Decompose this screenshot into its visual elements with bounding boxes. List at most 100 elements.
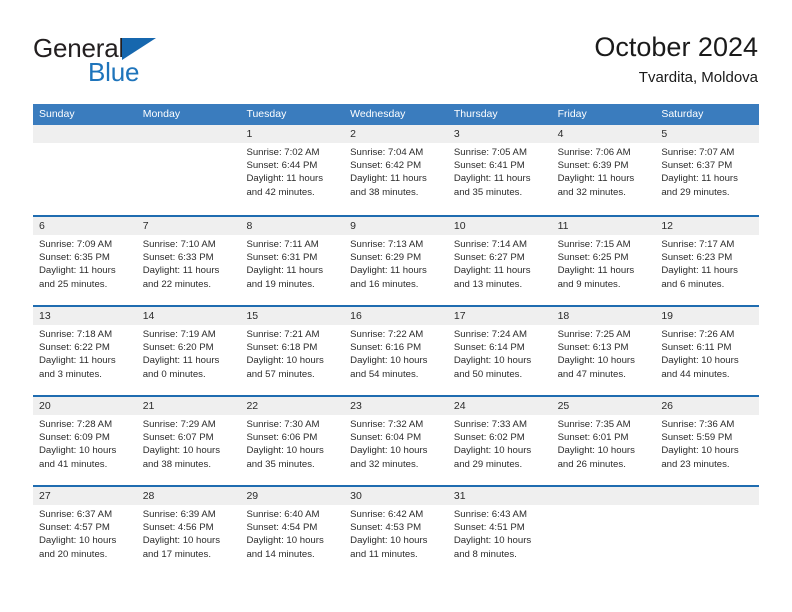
sunset-text: Sunset: 6:18 PM [246,342,318,354]
calendar-day-cell[interactable]: 27 Sunrise: 6:37 AM Sunset: 4:57 PM Dayligh… [33,487,137,575]
calendar-page: General Blue October 2024 Tvardita, Mold… [0,0,792,612]
day-number: 24 [453,400,466,412]
calendar-week-row: 6 Sunrise: 7:09 AM Sunset: 6:35 PM Daylight… [33,215,760,305]
daylight-text: Daylight: 10 hours and 14 minutes. [246,535,324,560]
sunset-text: Sunset: 6:04 PM [350,432,422,444]
day-number-band: 25 [551,397,656,415]
sunset-text: Sunset: 6:35 PM [39,252,110,264]
calendar-day-cell[interactable]: 8 Sunrise: 7:11 AM Sunset: 6:31 PM Daylight… [240,217,345,305]
day-sun-info: Sunrise: 7:15 AM Sunset: 6:25 PM Daylight:… [552,235,656,291]
day-number: 29 [246,490,259,502]
title-block: October 2024 Tvardita, Moldova [594,31,758,89]
daylight-text: Daylight: 11 hours and 25 minutes. [39,265,116,290]
calendar-day-cell[interactable]: 18 Sunrise: 7:25 AM Sunset: 6:13 PM Dayligh… [551,307,656,395]
day-sun-info: Sunrise: 7:28 AM Sunset: 6:09 PM Daylight:… [33,415,137,471]
calendar-day-cell[interactable]: 5 Sunrise: 7:07 AM Sunset: 6:37 PM Daylight… [655,125,760,215]
calendar-day-cell[interactable]: 13 Sunrise: 7:18 AM Sunset: 6:22 PM Dayligh… [33,307,137,395]
day-number: 18 [557,310,570,322]
sunrise-text: Sunrise: 7:14 AM [453,239,527,250]
daylight-text: Daylight: 10 hours and 47 minutes. [557,355,635,380]
calendar-day-cell[interactable]: 6 Sunrise: 7:09 AM Sunset: 6:35 PM Daylight… [33,217,137,305]
calendar-day-cell-empty [551,487,656,575]
calendar-day-cell[interactable]: 10 Sunrise: 7:14 AM Sunset: 6:27 PM Dayligh… [447,217,552,305]
day-number: 21 [142,400,155,412]
sunrise-text: Sunrise: 6:39 AM [142,509,216,520]
day-number-band: 19 [655,307,760,325]
day-sun-info: Sunrise: 7:17 AM Sunset: 6:23 PM Daylight:… [655,235,759,291]
calendar-day-cell[interactable]: 29 Sunrise: 6:40 AM Sunset: 4:54 PM Dayligh… [240,487,345,575]
sunset-text: Sunset: 6:20 PM [142,342,214,354]
calendar-day-cell[interactable]: 23 Sunrise: 7:32 AM Sunset: 6:04 PM Dayligh… [344,397,448,485]
calendar-day-cell[interactable]: 9 Sunrise: 7:13 AM Sunset: 6:29 PM Daylight… [344,217,448,305]
day-sun-info: Sunrise: 7:14 AM Sunset: 6:27 PM Daylight:… [448,235,552,291]
day-number-band [551,487,656,505]
calendar-day-cell[interactable]: 19 Sunrise: 7:26 AM Sunset: 6:11 PM Dayligh… [655,307,760,395]
day-sun-info: Sunrise: 7:26 AM Sunset: 6:11 PM Daylight:… [655,325,759,381]
weekday-header-friday: Friday [557,108,587,120]
calendar-day-cell[interactable]: 28 Sunrise: 6:39 AM Sunset: 4:56 PM Dayligh… [136,487,241,575]
sunrise-text: Sunrise: 7:25 AM [557,329,631,340]
sunrise-text: Sunrise: 6:43 AM [453,509,527,520]
calendar-day-cell[interactable]: 15 Sunrise: 7:21 AM Sunset: 6:18 PM Dayligh… [240,307,345,395]
calendar-day-cell[interactable]: 11 Sunrise: 7:15 AM Sunset: 6:25 PM Dayligh… [551,217,656,305]
calendar-day-cell[interactable]: 4 Sunrise: 7:06 AM Sunset: 6:39 PM Daylight… [551,125,656,215]
calendar-day-cell[interactable]: 12 Sunrise: 7:17 AM Sunset: 6:23 PM Dayligh… [655,217,760,305]
calendar-day-cell[interactable]: 31 Sunrise: 6:43 AM Sunset: 4:51 PM Dayligh… [447,487,552,575]
calendar-day-cell[interactable]: 30 Sunrise: 6:42 AM Sunset: 4:53 PM Dayligh… [344,487,448,575]
day-sun-info: Sunrise: 7:22 AM Sunset: 6:16 PM Daylight:… [344,325,448,381]
day-sun-info: Sunrise: 7:02 AM Sunset: 6:44 PM Daylight:… [240,143,344,199]
day-number-band: 24 [447,397,552,415]
sunset-text: Sunset: 6:09 PM [39,432,110,444]
day-sun-info: Sunrise: 6:39 AM Sunset: 4:56 PM Daylight:… [137,505,241,561]
calendar-day-cell[interactable]: 17 Sunrise: 7:24 AM Sunset: 6:14 PM Dayligh… [447,307,552,395]
calendar-week-row: 1 Sunrise: 7:02 AM Sunset: 6:44 PM Daylight… [33,125,760,215]
calendar-day-cell[interactable]: 25 Sunrise: 7:35 AM Sunset: 6:01 PM Dayligh… [551,397,656,485]
sunrise-text: Sunrise: 6:40 AM [246,509,320,520]
calendar-day-cell[interactable]: 22 Sunrise: 7:30 AM Sunset: 6:06 PM Dayligh… [240,397,345,485]
day-number-band: 31 [447,487,552,505]
calendar-day-cell[interactable]: 26 Sunrise: 7:36 AM Sunset: 5:59 PM Dayligh… [655,397,760,485]
page-subtitle-location: Tvardita, Moldova [638,69,758,86]
daylight-text: Daylight: 10 hours and 20 minutes. [39,535,117,560]
calendar-day-cell[interactable]: 20 Sunrise: 7:28 AM Sunset: 6:09 PM Dayligh… [33,397,137,485]
calendar-day-cell[interactable]: 16 Sunrise: 7:22 AM Sunset: 6:16 PM Dayligh… [344,307,448,395]
calendar-day-cell[interactable]: 21 Sunrise: 7:29 AM Sunset: 6:07 PM Dayligh… [136,397,241,485]
sunset-text: Sunset: 6:14 PM [453,342,525,354]
day-number-band: 8 [240,217,345,235]
day-number: 17 [453,310,466,322]
sunset-text: Sunset: 6:06 PM [246,432,318,444]
calendar-grid: Sunday Monday Tuesday Wednesday Thursday Frid… [33,104,760,575]
daylight-text: Daylight: 10 hours and 23 minutes. [661,445,739,470]
sunrise-text: Sunrise: 7:18 AM [39,329,113,340]
sunrise-text: Sunrise: 6:37 AM [39,509,113,520]
sunset-text: Sunset: 6:37 PM [661,160,733,172]
weekday-header-tuesday: Tuesday [246,108,287,120]
day-number: 25 [557,400,570,412]
day-number: 15 [246,310,259,322]
day-sun-info: Sunrise: 7:11 AM Sunset: 6:31 PM Daylight:… [240,235,344,291]
brand-logo[interactable]: General Blue [33,33,263,88]
calendar-day-cell[interactable]: 2 Sunrise: 7:04 AM Sunset: 6:42 PM Daylight… [344,125,448,215]
day-number: 12 [661,220,673,232]
day-number: 8 [246,220,253,232]
day-number: 23 [350,400,362,412]
day-number: 9 [350,220,356,232]
calendar-day-cell[interactable]: 24 Sunrise: 7:33 AM Sunset: 6:02 PM Dayligh… [447,397,552,485]
day-number-band: 5 [655,125,760,143]
sunrise-text: Sunrise: 7:07 AM [661,147,735,158]
day-number: 16 [350,310,362,322]
calendar-day-cell[interactable]: 7 Sunrise: 7:10 AM Sunset: 6:33 PM Daylight… [136,217,241,305]
day-number-band: 14 [136,307,241,325]
day-sun-info: Sunrise: 7:30 AM Sunset: 6:06 PM Daylight:… [240,415,344,471]
weekday-header-row: Sunday Monday Tuesday Wednesday Thursday Frid… [33,104,759,125]
daylight-text: Daylight: 10 hours and 38 minutes. [142,445,221,470]
sunset-text: Sunset: 4:54 PM [246,522,318,534]
day-sun-info: Sunrise: 7:24 AM Sunset: 6:14 PM Daylight:… [448,325,552,381]
day-sun-info: Sunrise: 6:43 AM Sunset: 4:51 PM Daylight:… [448,505,552,561]
sunset-text: Sunset: 6:42 PM [350,160,422,172]
calendar-day-cell[interactable]: 3 Sunrise: 7:05 AM Sunset: 6:41 PM Daylight… [447,125,552,215]
calendar-day-cell[interactable]: 14 Sunrise: 7:19 AM Sunset: 6:20 PM Dayligh… [136,307,241,395]
sunrise-text: Sunrise: 7:35 AM [557,419,631,430]
day-number-band: 10 [447,217,552,235]
calendar-day-cell[interactable]: 1 Sunrise: 7:02 AM Sunset: 6:44 PM Daylight… [240,125,345,215]
